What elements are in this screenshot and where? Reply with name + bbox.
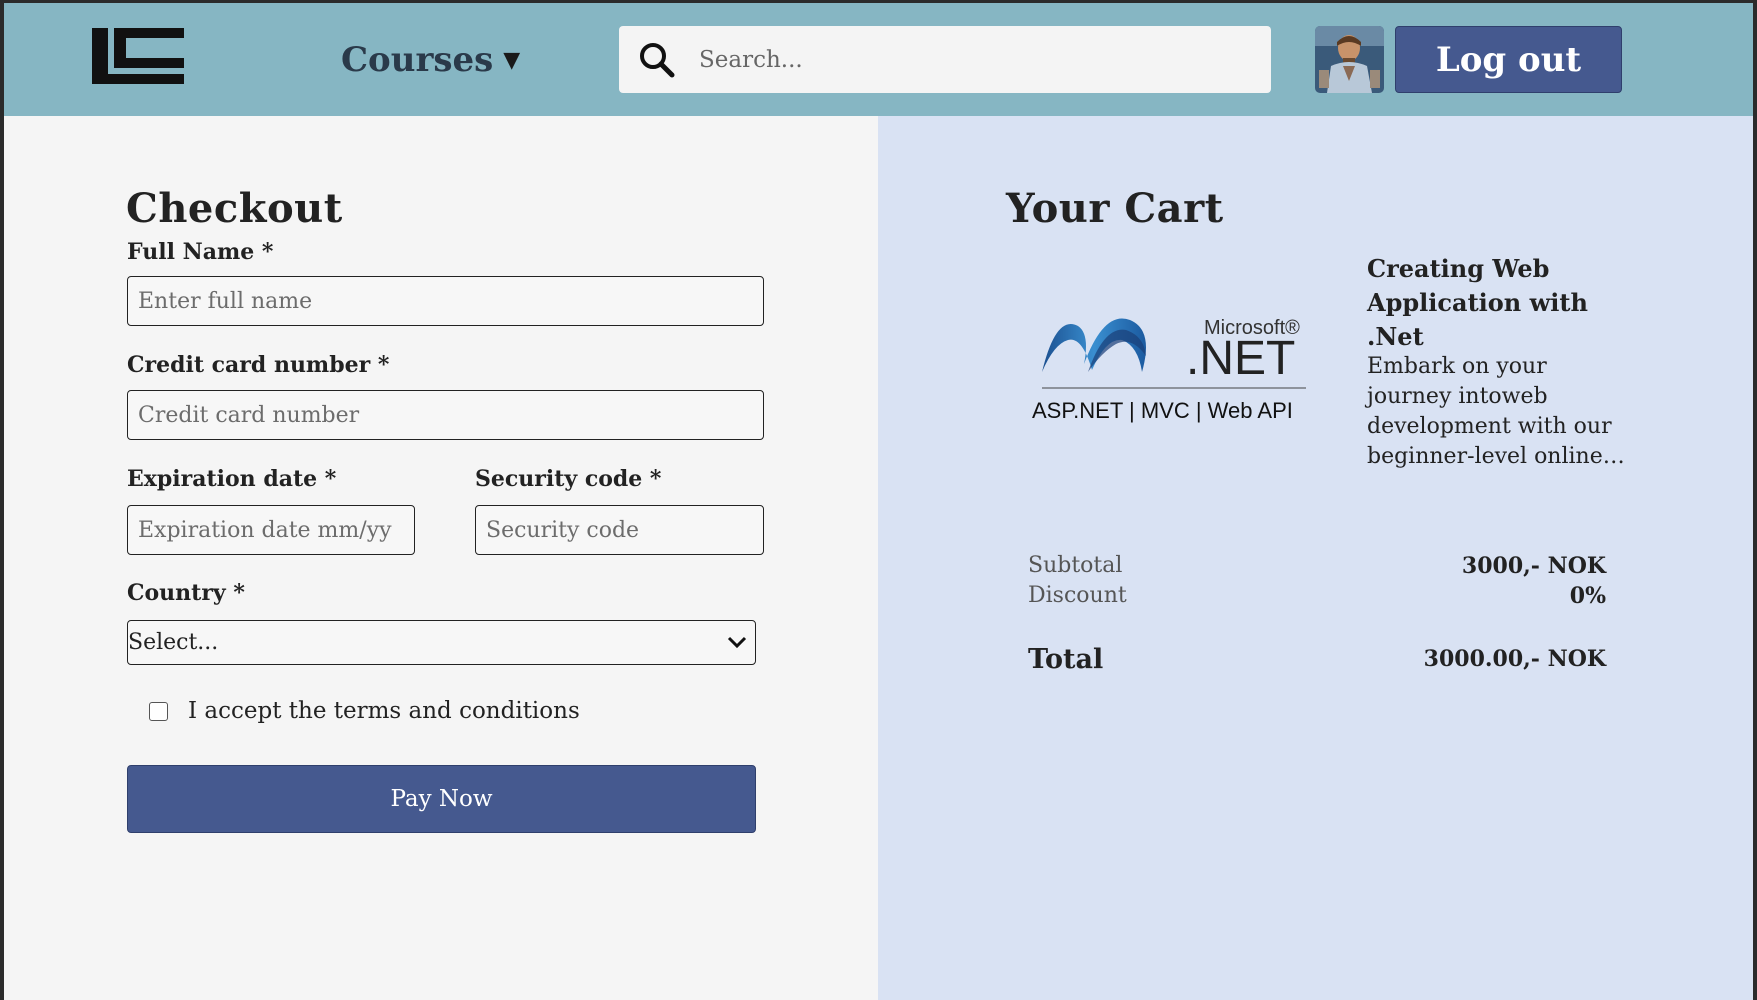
thumb-net-text: .NET: [1186, 332, 1295, 385]
user-avatar[interactable]: [1315, 26, 1384, 93]
terms-row: I accept the terms and conditions: [149, 698, 580, 724]
discount-label: Discount: [1028, 583, 1127, 608]
logout-label: Log out: [1435, 39, 1582, 80]
courses-label: Courses: [341, 40, 494, 80]
full-name-label: Full Name *: [127, 239, 274, 265]
expiration-date-field[interactable]: [127, 505, 415, 555]
course-description: Embark on your journey intoweb developme…: [1367, 354, 1625, 469]
search-icon[interactable]: [627, 26, 687, 93]
subtotal-value: 3000,- NOK: [1461, 553, 1606, 579]
country-label: Country *: [127, 580, 245, 606]
expiration-date-label: Expiration date *: [127, 466, 337, 492]
caret-down-icon: ▼: [503, 47, 521, 73]
courses-dropdown[interactable]: Courses ▼: [341, 35, 520, 85]
search-bar: [619, 26, 1271, 93]
total-value: 3000.00,- NOK: [1423, 646, 1606, 672]
site-logo[interactable]: [92, 28, 184, 84]
security-code-label: Security code *: [475, 466, 662, 492]
chevron-down-icon: [727, 630, 747, 655]
country-selected-value: Select...: [128, 630, 219, 655]
top-navbar: Courses ▼ Search... Log out: [4, 3, 1753, 116]
pay-now-label: Pay Now: [390, 786, 493, 812]
country-select[interactable]: Select...: [127, 620, 756, 665]
security-code-field[interactable]: [475, 505, 764, 555]
checkout-panel: Checkout Full Name * Credit card number …: [4, 116, 878, 1000]
cart-title: Your Cart: [1006, 185, 1224, 232]
credit-card-label: Credit card number *: [127, 352, 390, 378]
credit-card-field[interactable]: [127, 390, 764, 440]
app-window: Courses ▼ Search... Log out Checkout Ful…: [4, 3, 1753, 1000]
logout-button[interactable]: Log out: [1395, 26, 1622, 93]
thumb-caption-text: ASP.NET | MVC | Web API: [1032, 398, 1293, 423]
pay-now-button[interactable]: Pay Now: [127, 765, 756, 833]
cart-panel: Your Cart Microsoft® .NET ASP.NET | MVC …: [878, 116, 1753, 1000]
terms-checkbox[interactable]: [149, 701, 168, 721]
total-label: Total: [1028, 644, 1104, 675]
checkout-title: Checkout: [126, 185, 343, 232]
course-thumbnail[interactable]: Microsoft® .NET ASP.NET | MVC | Web API: [1028, 306, 1318, 436]
course-title[interactable]: Creating Web Application with .Net: [1367, 252, 1627, 354]
full-name-field[interactable]: [127, 276, 764, 326]
search-input[interactable]: [687, 26, 1271, 93]
terms-label: I accept the terms and conditions: [188, 698, 580, 724]
subtotal-label: Subtotal: [1028, 553, 1123, 578]
discount-value: 0%: [1569, 583, 1606, 609]
